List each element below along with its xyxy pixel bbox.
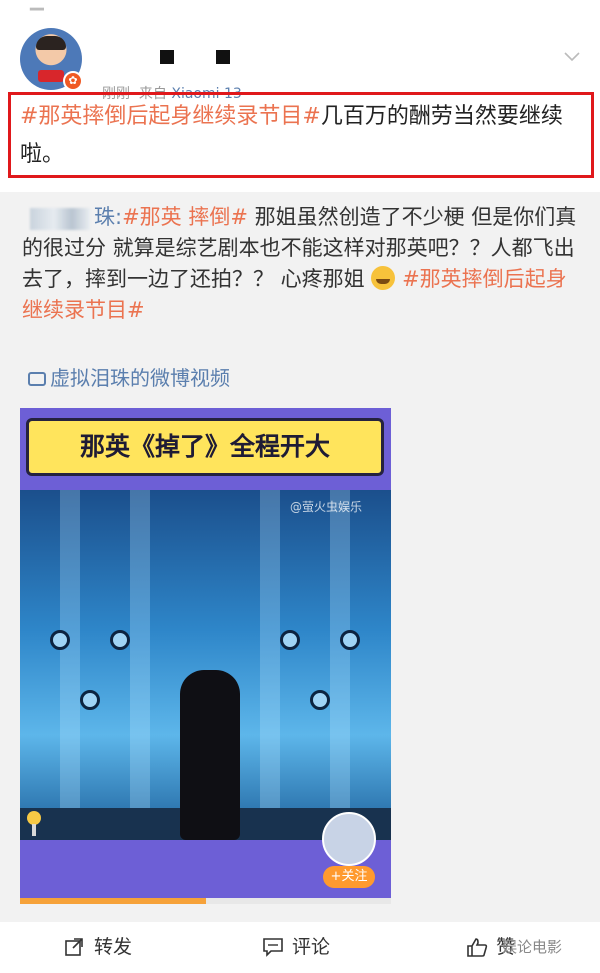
post-body: #那英摔倒后起身继续录节目#几百万的酬劳当然要继续啦。 <box>20 98 580 174</box>
post-hashtag[interactable]: #那英摔倒后起身继续录节目# <box>20 104 321 129</box>
comment-icon <box>263 938 283 957</box>
video-title-banner: 那英《掉了》全程开大 <box>26 418 384 476</box>
top-tab-strip: ▁ <box>0 0 600 14</box>
repost-body: 珠:#那英 摔倒# 那姐虽然创造了不少梗 但是你们真的很过分 就算是综艺剧本也不… <box>22 202 582 326</box>
microphone-icon <box>27 811 41 836</box>
uploader-avatar[interactable] <box>322 812 376 866</box>
reposted-content[interactable]: 珠:#那英 摔倒# 那姐虽然创造了不少梗 但是你们真的很过分 就算是综艺剧本也不… <box>0 192 600 922</box>
crying-face-emoji-icon <box>371 266 396 290</box>
avatar-hair <box>36 36 66 50</box>
video-progress-bar[interactable] <box>20 898 391 904</box>
chevron-down-icon[interactable] <box>562 46 582 66</box>
verified-badge-icon: ✿ <box>63 71 83 91</box>
repost-author[interactable]: 珠: <box>94 205 122 229</box>
video-camera-icon <box>28 372 46 386</box>
username-masked[interactable] <box>160 50 230 66</box>
video-link[interactable]: 虚拟泪珠的微博视频 <box>28 362 230 391</box>
performer-figure <box>180 670 240 840</box>
share-icon <box>65 938 83 956</box>
video-title: 那英《掉了》全程开大 <box>79 432 330 461</box>
video-stage <box>20 490 391 840</box>
repost-label: 转发 <box>94 936 133 958</box>
comment-label: 评论 <box>292 936 331 958</box>
follow-button[interactable]: +关注 <box>323 866 375 888</box>
repost-hashtag-1[interactable]: #那英 摔倒# <box>122 205 248 229</box>
video-link-label: 虚拟泪珠的微博视频 <box>50 366 230 390</box>
tab-fragment: ▁ <box>30 0 44 11</box>
video-watermark: @萤火虫娱乐 <box>290 500 363 514</box>
video-progress-fill <box>20 898 206 904</box>
avatar-scarf <box>38 70 64 82</box>
video-player[interactable]: 那英《掉了》全程开大 @萤火虫娱乐 +关注 <box>20 408 391 904</box>
thumbs-up-icon <box>467 938 488 957</box>
corner-watermark: 娱论电影 <box>502 938 563 956</box>
